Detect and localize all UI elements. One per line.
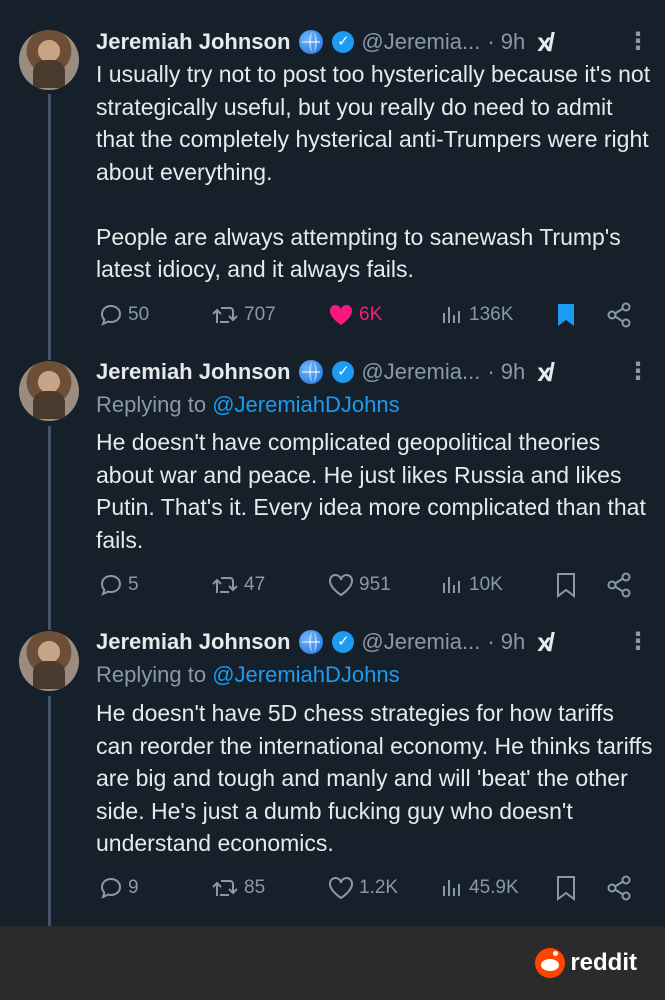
bookmark-icon xyxy=(557,573,575,598)
verified-badge-icon[interactable]: ✓ xyxy=(332,31,355,53)
thread-line xyxy=(48,696,51,926)
share-icon xyxy=(607,875,631,901)
replying-to: Replying to @JeremiahDJohns xyxy=(96,392,400,418)
share-icon xyxy=(607,302,631,328)
replying-to-label: Replying to xyxy=(96,392,213,417)
reply-mention-link[interactable]: @JeremiahDJohns xyxy=(212,392,399,417)
views-button[interactable]: 136K xyxy=(440,300,513,330)
bookmark-button[interactable] xyxy=(555,300,577,330)
like-count: 951 xyxy=(359,574,391,595)
views-button[interactable]: 10K xyxy=(440,570,503,600)
heart-icon xyxy=(329,877,353,900)
author-handle[interactable]: @Jeremia... xyxy=(361,629,480,655)
reply-count: 5 xyxy=(128,574,139,595)
avatar[interactable] xyxy=(19,30,79,90)
reply-button[interactable]: 50 xyxy=(99,300,149,330)
avatar[interactable] xyxy=(19,631,79,691)
views-icon xyxy=(443,307,460,323)
views-icon xyxy=(443,880,460,896)
author-name[interactable]: Jeremiah Johnson xyxy=(96,359,290,385)
share-button[interactable] xyxy=(606,570,632,600)
bookmark-icon xyxy=(557,876,575,901)
reply-icon xyxy=(100,877,122,899)
action-bar: 9 85 1.2K 45.9K xyxy=(96,873,636,903)
views-count: 136K xyxy=(469,304,514,325)
author-handle[interactable]: @Jeremia... xyxy=(361,359,480,385)
thread-line xyxy=(48,426,51,630)
more-options-icon[interactable]: ⋮ xyxy=(626,630,650,654)
reply-mention-link[interactable]: @JeremiahDJohns xyxy=(212,662,399,687)
grok-icon[interactable]: x/ xyxy=(537,357,555,388)
tweet-text: He doesn't have 5D chess strategies for … xyxy=(96,700,653,856)
replying-to-label: Replying to xyxy=(96,662,213,687)
views-icon xyxy=(443,577,460,593)
timestamp[interactable]: · 9h xyxy=(487,29,525,55)
reply-count: 50 xyxy=(128,304,150,325)
repost-icon xyxy=(212,577,238,593)
reply-count: 9 xyxy=(128,877,139,898)
reply-icon xyxy=(100,574,122,596)
more-options-icon[interactable]: ⋮ xyxy=(626,30,650,54)
action-bar: 50 707 6K 136K xyxy=(96,300,636,330)
repost-button[interactable]: 85 xyxy=(211,873,265,903)
heart-icon xyxy=(329,574,353,597)
action-bar: 5 47 951 10K xyxy=(96,570,636,600)
like-count: 1.2K xyxy=(359,877,399,898)
repost-count: 85 xyxy=(244,877,266,898)
repost-button[interactable]: 47 xyxy=(211,570,265,600)
repost-button[interactable]: 707 xyxy=(211,300,276,330)
globe-icon xyxy=(299,360,324,384)
repost-count: 47 xyxy=(244,574,266,595)
verified-badge-icon[interactable]: ✓ xyxy=(332,631,355,653)
repost-icon xyxy=(212,880,238,896)
heart-filled-icon xyxy=(329,304,353,325)
globe-icon xyxy=(299,630,324,654)
timestamp[interactable]: · 9h xyxy=(487,629,525,655)
bookmark-filled-icon xyxy=(558,304,574,326)
thread-line xyxy=(48,94,51,360)
avatar[interactable] xyxy=(19,361,79,421)
bookmark-button[interactable] xyxy=(555,570,577,600)
tweet-header: Jeremiah Johnson ✓ @Jeremia... · 9h x/ xyxy=(96,356,555,388)
repost-count: 707 xyxy=(244,304,276,325)
grok-icon[interactable]: x/ xyxy=(537,27,555,58)
author-name[interactable]: Jeremiah Johnson xyxy=(96,29,290,55)
author-handle[interactable]: @Jeremia... xyxy=(361,29,480,55)
like-button[interactable]: 6K xyxy=(328,300,382,330)
views-count: 45.9K xyxy=(469,877,519,898)
reddit-wordmark: reddit xyxy=(570,949,637,976)
views-button[interactable]: 45.9K xyxy=(440,873,519,903)
grok-icon[interactable]: x/ xyxy=(537,627,555,658)
reply-button[interactable]: 9 xyxy=(99,873,139,903)
like-count: 6K xyxy=(359,304,383,325)
repost-icon xyxy=(212,307,238,323)
like-button[interactable]: 1.2K xyxy=(328,873,398,903)
verified-badge-icon[interactable]: ✓ xyxy=(332,361,355,383)
tweet-text: He doesn't have complicated geopolitical… xyxy=(96,429,646,553)
more-options-icon[interactable]: ⋮ xyxy=(626,360,650,384)
tweet-header: Jeremiah Johnson ✓ @Jeremia... · 9h x/ xyxy=(96,626,555,658)
tweet-text: I usually try not to post too hysterical… xyxy=(96,61,651,282)
share-icon xyxy=(607,572,631,598)
timestamp[interactable]: · 9h xyxy=(487,359,525,385)
bookmark-button[interactable] xyxy=(555,873,577,903)
reddit-watermark: reddit xyxy=(535,948,637,978)
tweet-header: Jeremiah Johnson ✓ @Jeremia... · 9h x/ xyxy=(96,26,555,58)
share-button[interactable] xyxy=(606,300,632,330)
footer-bar: reddit xyxy=(0,926,665,1000)
replying-to: Replying to @JeremiahDJohns xyxy=(96,662,400,688)
views-count: 10K xyxy=(469,574,503,595)
share-button[interactable] xyxy=(606,873,632,903)
reply-button[interactable]: 5 xyxy=(99,570,139,600)
like-button[interactable]: 951 xyxy=(328,570,391,600)
globe-icon xyxy=(299,30,324,54)
author-name[interactable]: Jeremiah Johnson xyxy=(96,629,290,655)
reddit-logo-icon xyxy=(535,948,566,978)
reply-icon xyxy=(100,304,122,326)
